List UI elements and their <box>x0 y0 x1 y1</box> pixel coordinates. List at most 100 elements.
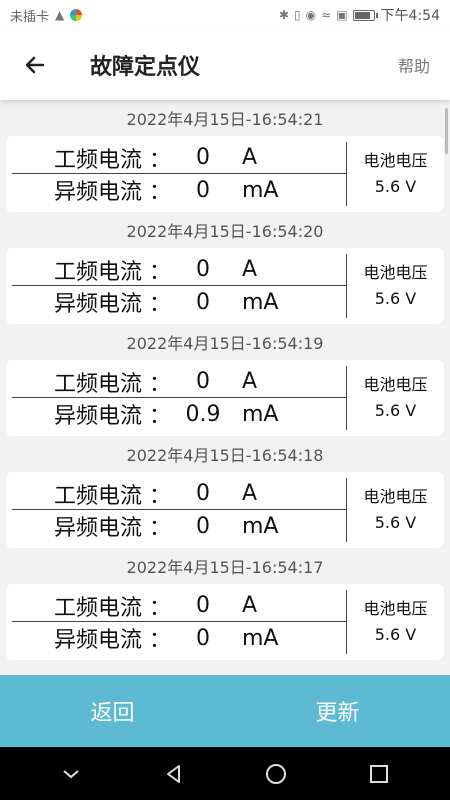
abnormal-frequency-value: 0 <box>196 513 210 539</box>
abnormal-frequency-row: 异频电流 ： 0 mA <box>12 286 346 318</box>
qq-icon: ▲ <box>55 8 65 22</box>
current-readings: 工频电流 ： 0 A 异频电流 ： 0.9 mA <box>6 360 346 436</box>
battery-voltage-label: 电池电压 <box>363 487 428 506</box>
status-bar: 未插卡 ▲ ✱ ▯ ◉ ≈ ▣ 下午4:54 <box>0 0 450 30</box>
system-nav-bar <box>0 747 450 800</box>
battery-voltage-value: 5.6 V <box>374 289 417 308</box>
colon: ： <box>148 180 171 205</box>
abnormal-frequency-row: 异频电流 ： 0 mA <box>12 510 346 542</box>
arrow-left-icon <box>25 56 45 74</box>
return-button[interactable]: 返回 <box>0 675 225 747</box>
power-frequency-value: 0 <box>196 369 210 394</box>
record-timestamp: 2022年4月15日-16:54:19 <box>126 334 324 353</box>
current-readings: 工频电流 ： 0 A 异频电流 ： 0 mA <box>6 136 346 212</box>
power-frequency-unit: A <box>242 257 258 282</box>
power-frequency-value: 0 <box>196 481 210 506</box>
record-timestamp: 2022年4月15日-16:54:20 <box>126 222 324 241</box>
record-card: 工频电流 ： 0 A 异频电流 ： 0 mA 电池电压 5.6 V <box>6 136 444 212</box>
nav-back-button[interactable] <box>154 754 194 794</box>
nav-hide-button[interactable] <box>51 754 91 794</box>
status-right: ✱ ▯ ◉ ≈ ▣ 下午4:54 <box>279 5 440 25</box>
abnormal-frequency-label: 异频电流 <box>53 292 142 317</box>
square-recents-icon <box>369 764 388 783</box>
power-frequency-unit: A <box>242 593 258 618</box>
abnormal-frequency-value: 0 <box>196 625 210 651</box>
battery-voltage-value: 5.6 V <box>374 513 417 532</box>
abnormal-frequency-unit: mA <box>242 289 279 315</box>
help-button[interactable]: 帮助 <box>378 53 450 77</box>
page-title: 故障定点仪 <box>90 55 201 80</box>
carrier-text: 未插卡 <box>10 9 50 25</box>
colon: ： <box>148 147 171 173</box>
colon: ： <box>148 404 171 429</box>
power-frequency-row: 工频电流 ： 0 A <box>12 142 346 174</box>
abnormal-frequency-row: 异频电流 ： 0 mA <box>12 174 346 206</box>
abnormal-frequency-value: 0 <box>196 177 210 203</box>
battery-voltage-label: 电池电压 <box>363 375 428 394</box>
power-frequency-row: 工频电流 ： 0 A <box>12 590 346 622</box>
battery-voltage-value: 5.6 V <box>374 177 417 196</box>
eye-icon: ◉ <box>305 8 317 22</box>
battery-voltage-value: 5.6 V <box>374 625 417 644</box>
power-frequency-value: 0 <box>196 145 210 170</box>
status-left: 未插卡 ▲ <box>10 6 83 25</box>
battery-voltage: 电池电压 5.6 V <box>347 248 444 324</box>
bluetooth-icon: ✱ <box>278 8 290 22</box>
abnormal-frequency-unit: mA <box>242 177 279 203</box>
record-card: 工频电流 ： 0 A 异频电流 ： 0.9 mA 电池电压 5.6 V <box>6 360 444 436</box>
colon: ： <box>148 628 171 653</box>
battery-voltage: 电池电压 5.6 V <box>347 136 444 212</box>
app-color-icon <box>70 9 83 21</box>
battery-voltage-value: 5.6 V <box>374 401 417 420</box>
colon: ： <box>148 292 171 317</box>
sim-icon: ▣ <box>336 8 348 22</box>
system-icons: ✱ ▯ ◉ ≈ ▣ <box>278 8 378 22</box>
battery-voltage: 电池电压 5.6 V <box>347 360 444 436</box>
record-card: 工频电流 ： 0 A 异频电流 ： 0 mA 电池电压 5.6 V <box>6 248 444 324</box>
power-frequency-row: 工频电流 ： 0 A <box>12 366 346 398</box>
colon: ： <box>148 483 171 509</box>
power-frequency-unit: A <box>242 481 258 506</box>
abnormal-frequency-unit: mA <box>242 513 279 539</box>
current-readings: 工频电流 ： 0 A 异频电流 ： 0 mA <box>6 584 346 660</box>
abnormal-frequency-value: 0.9 <box>185 401 221 427</box>
nav-home-button[interactable] <box>256 754 296 794</box>
abnormal-frequency-unit: mA <box>242 625 279 651</box>
bottom-action-bar: 返回 更新 <box>0 675 450 747</box>
triangle-back-icon <box>166 764 180 783</box>
records-list[interactable]: 2022年4月15日-16:54:21 工频电流 ： 0 A 异频电流 ： 0 … <box>0 100 450 675</box>
power-frequency-unit: A <box>242 369 258 394</box>
power-frequency-label: 工频电流 <box>53 371 142 397</box>
abnormal-frequency-unit: mA <box>242 401 279 427</box>
abnormal-frequency-label: 异频电流 <box>53 516 142 541</box>
back-button[interactable] <box>0 30 70 100</box>
battery-voltage-label: 电池电压 <box>363 263 428 282</box>
abnormal-frequency-value: 0 <box>196 289 210 315</box>
power-frequency-value: 0 <box>196 257 210 282</box>
abnormal-frequency-row: 异频电流 ： 0.9 mA <box>12 398 346 430</box>
power-frequency-row: 工频电流 ： 0 A <box>12 478 346 510</box>
battery-voltage: 电池电压 5.6 V <box>347 584 444 660</box>
record-item: 2022年4月15日-16:54:21 工频电流 ： 0 A 异频电流 ： 0 … <box>0 104 450 212</box>
colon: ： <box>148 371 171 397</box>
power-frequency-value: 0 <box>196 593 210 618</box>
power-frequency-row: 工频电流 ： 0 A <box>12 254 346 286</box>
record-card: 工频电流 ： 0 A 异频电流 ： 0 mA 电池电压 5.6 V <box>6 584 444 660</box>
nav-recents-button[interactable] <box>359 754 399 794</box>
clock-text: 下午4:54 <box>380 8 440 24</box>
wifi-icon: ≈ <box>321 8 332 22</box>
current-readings: 工频电流 ： 0 A 异频电流 ： 0 mA <box>6 472 346 548</box>
scrollbar-thumb[interactable] <box>445 108 448 154</box>
power-frequency-label: 工频电流 <box>53 259 142 285</box>
record-card: 工频电流 ： 0 A 异频电流 ： 0 mA 电池电压 5.6 V <box>6 472 444 548</box>
power-frequency-label: 工频电流 <box>53 147 142 173</box>
record-timestamp: 2022年4月15日-16:54:18 <box>126 446 324 465</box>
battery-voltage-label: 电池电压 <box>363 151 428 170</box>
current-readings: 工频电流 ： 0 A 异频电流 ： 0 mA <box>6 248 346 324</box>
record-timestamp: 2022年4月15日-16:54:17 <box>126 558 324 577</box>
battery-icon <box>352 9 378 21</box>
app-bar: 故障定点仪 帮助 <box>0 30 450 100</box>
refresh-button[interactable]: 更新 <box>225 675 450 747</box>
record-item: 2022年4月15日-16:54:18 工频电流 ： 0 A 异频电流 ： 0 … <box>0 440 450 548</box>
abnormal-frequency-label: 异频电流 <box>53 404 142 429</box>
